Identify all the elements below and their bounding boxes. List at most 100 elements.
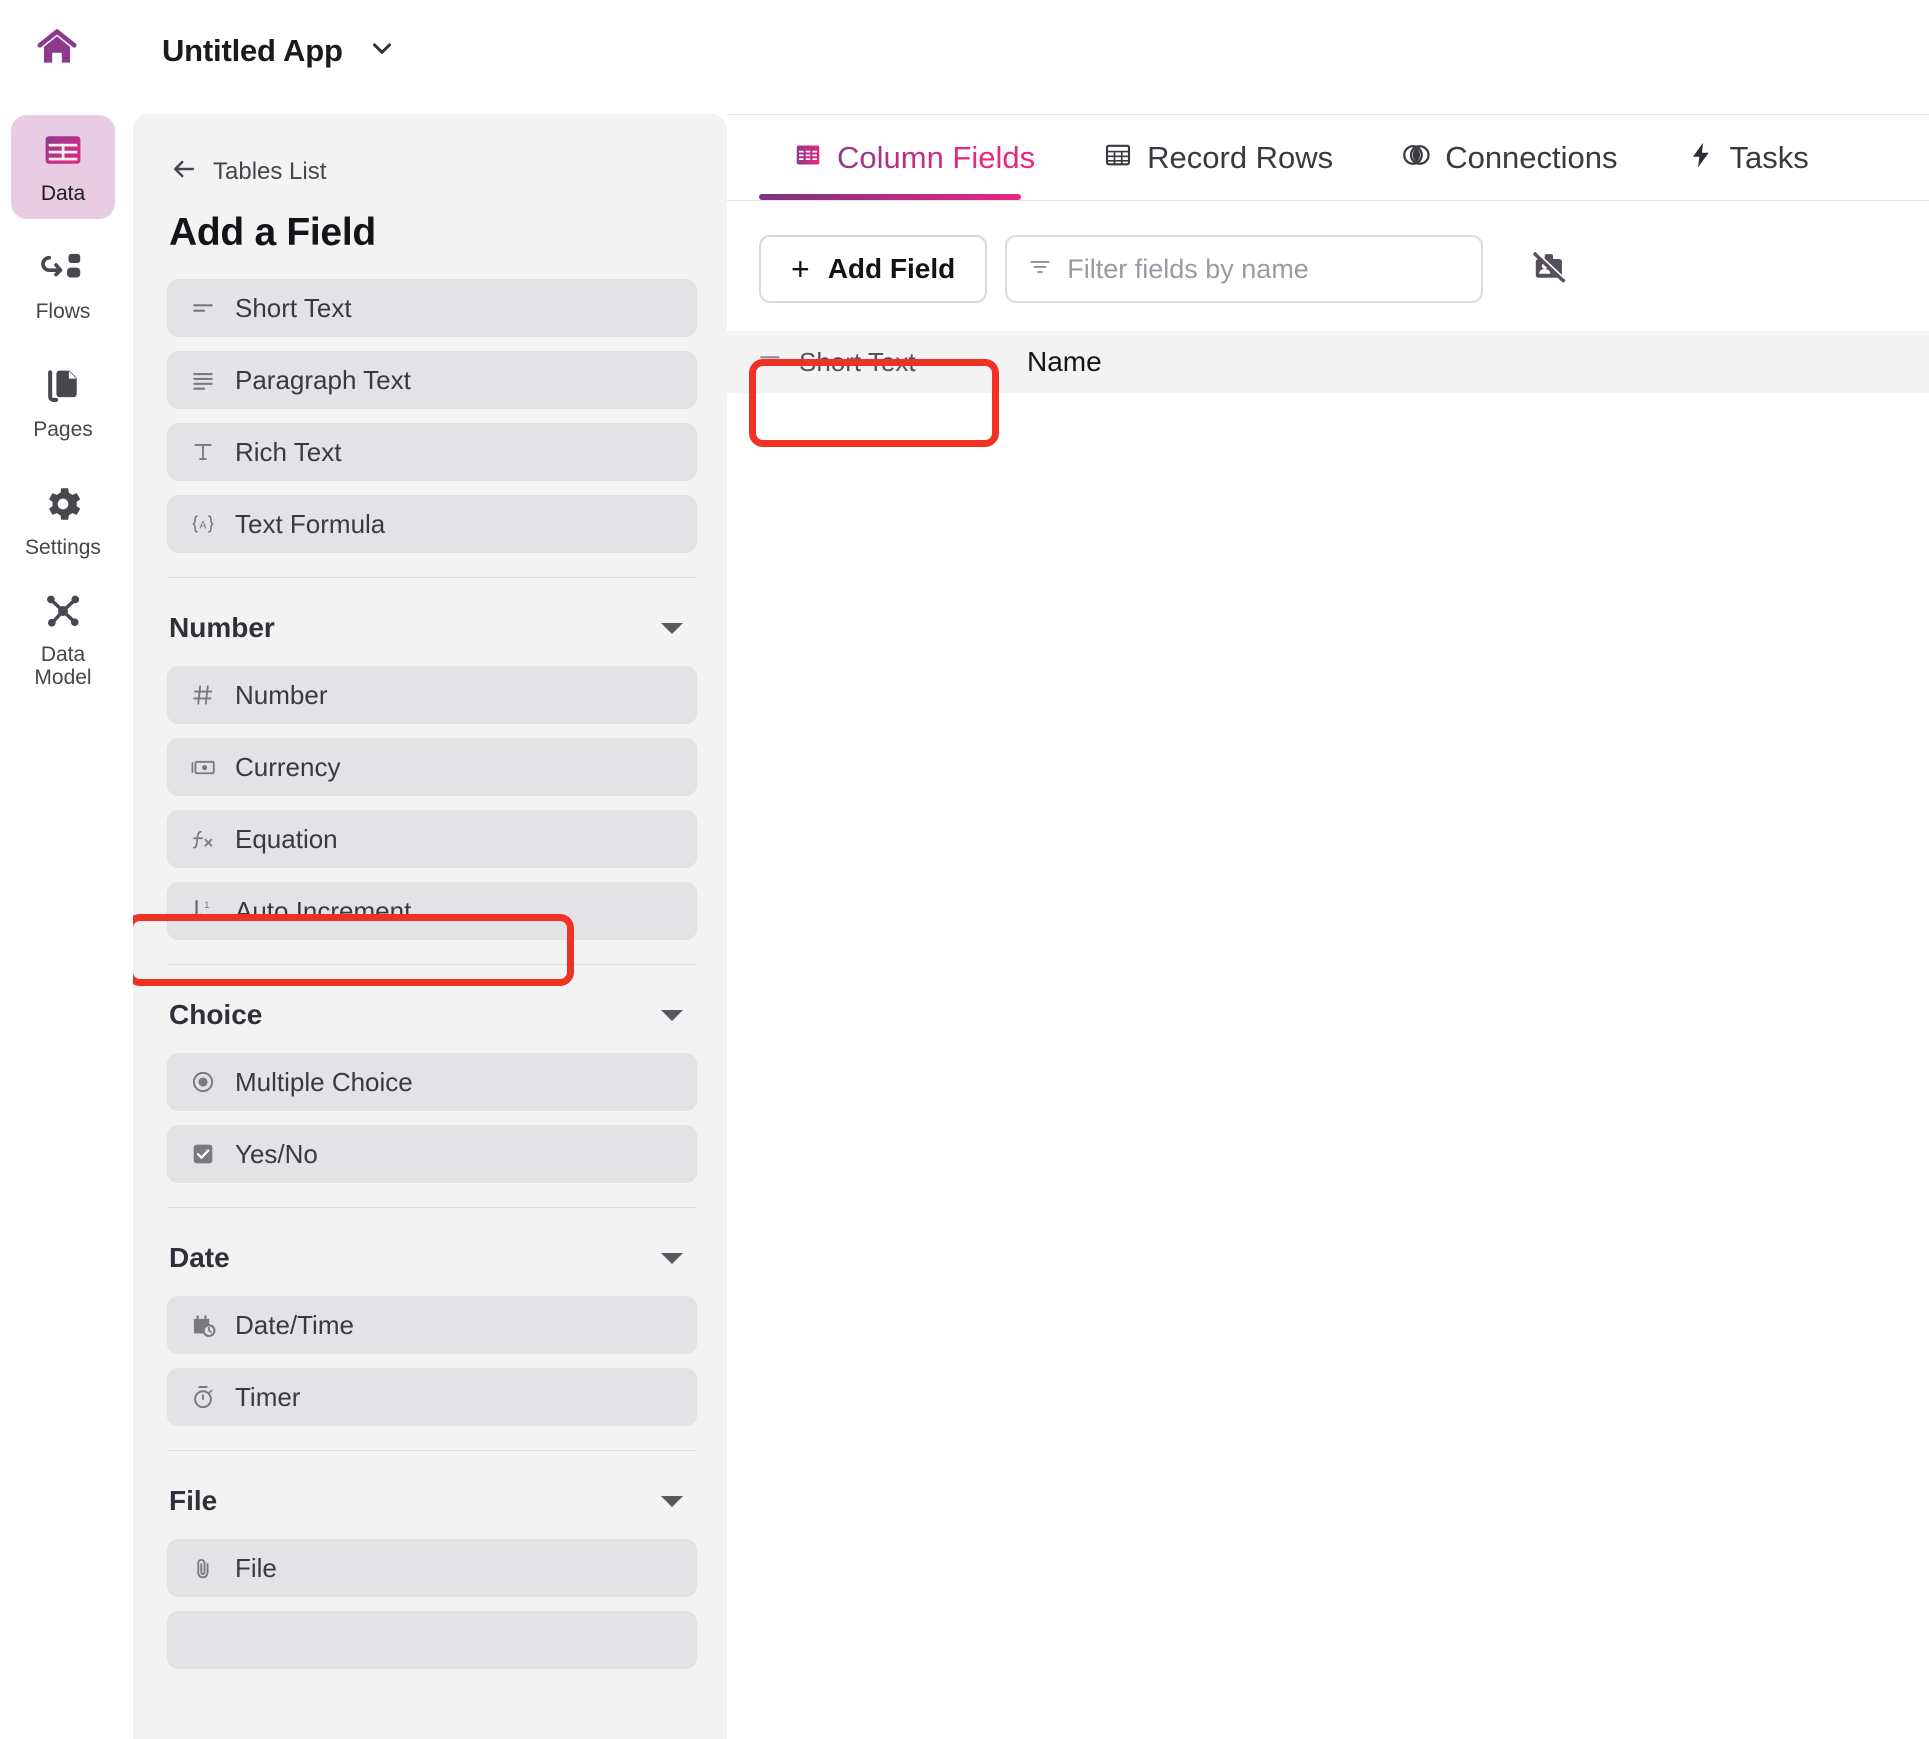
field-row-name: Name xyxy=(1027,346,1102,377)
field-type-yes-no[interactable]: Yes/No xyxy=(167,1125,697,1183)
main-content: Column Fields Record Rows Connections Ta… xyxy=(727,114,1929,1739)
tab-tasks[interactable]: Tasks xyxy=(1652,115,1843,201)
sidebar-item-label: Pages xyxy=(33,418,93,442)
currency-icon xyxy=(189,753,217,781)
equation-icon xyxy=(189,825,217,853)
sidebar-item-data-model[interactable]: Data Model xyxy=(11,587,115,691)
field-type-auto-increment[interactable]: 1 9 Auto Increment xyxy=(167,882,697,940)
field-type-date-time[interactable]: Date/Time xyxy=(167,1296,697,1354)
svg-text:9: 9 xyxy=(204,913,209,923)
field-type-label: Yes/No xyxy=(235,1138,318,1169)
tab-column-fields[interactable]: Column Fields xyxy=(759,115,1069,201)
field-type-paragraph-text[interactable]: Paragraph Text xyxy=(167,351,697,409)
top-bar: Untitled App xyxy=(0,0,1929,101)
section-header-date[interactable]: Date xyxy=(167,1242,697,1274)
columns-icon xyxy=(793,140,823,175)
text-formula-icon: A xyxy=(189,510,217,538)
chevron-down-icon xyxy=(367,33,397,68)
radio-button-icon xyxy=(189,1068,217,1096)
table-icon xyxy=(41,128,85,177)
sidebar-item-label: Flows xyxy=(35,300,91,324)
tab-connections[interactable]: Connections xyxy=(1367,115,1651,201)
tab-label: Connections xyxy=(1445,139,1618,175)
field-type-label: Equation xyxy=(235,823,338,854)
field-type-label: Number xyxy=(235,679,328,710)
sidebar-item-pages[interactable]: Pages xyxy=(11,351,115,455)
sidebar-item-label: Data xyxy=(40,182,86,206)
field-type-currency[interactable]: Currency xyxy=(167,738,697,796)
tab-label: Column Fields xyxy=(837,139,1036,175)
hide-fields-button[interactable] xyxy=(1519,239,1579,299)
page-title: Add a Field xyxy=(169,211,376,254)
pages-icon xyxy=(41,364,85,413)
home-icon xyxy=(34,25,80,76)
caret-down-icon xyxy=(661,1495,683,1507)
section-header-choice[interactable]: Choice xyxy=(167,999,697,1031)
field-type-list: Short Text Paragraph Text Rich Text A Te… xyxy=(133,279,727,1669)
bolt-icon xyxy=(1686,140,1716,175)
field-row-type: Short Text xyxy=(727,347,1027,378)
group-divider xyxy=(169,1207,695,1208)
stopwatch-icon xyxy=(189,1383,217,1411)
filter-fields-box[interactable] xyxy=(1005,235,1484,303)
svg-text:1: 1 xyxy=(204,900,209,910)
paperclip-icon xyxy=(189,1554,217,1582)
hide-fields-icon xyxy=(1529,247,1569,292)
home-button[interactable] xyxy=(26,20,88,82)
field-type-equation[interactable]: Equation xyxy=(167,810,697,868)
caret-down-icon xyxy=(661,622,683,634)
fields-list: Short Text Name xyxy=(727,331,1929,393)
sidebar-item-label: Settings xyxy=(25,536,101,560)
section-title: Choice xyxy=(169,999,263,1030)
section-header-number[interactable]: Number xyxy=(167,612,697,644)
filter-icon xyxy=(1027,254,1053,285)
field-type-timer[interactable]: Timer xyxy=(167,1368,697,1426)
app-title: Untitled App xyxy=(162,32,343,68)
checkbox-icon xyxy=(189,1140,217,1168)
field-type-file[interactable]: File xyxy=(167,1539,697,1597)
field-type-label: Date/Time xyxy=(235,1309,354,1340)
field-row-type-label: Short Text xyxy=(799,346,916,377)
field-type-label: Timer xyxy=(235,1381,301,1412)
plus-icon: + xyxy=(791,251,810,287)
caret-down-icon xyxy=(661,1009,683,1021)
table-row[interactable]: Short Text Name xyxy=(727,331,1929,393)
tab-label: Tasks xyxy=(1729,139,1809,175)
flow-icon xyxy=(41,246,85,295)
primary-nav-rail: Data Flows Pages Settings Data Model xyxy=(0,101,126,1739)
app-title-dropdown-button[interactable] xyxy=(367,33,397,68)
back-to-tables-list-button[interactable]: Tables List xyxy=(169,154,727,189)
connections-icon xyxy=(1401,140,1431,175)
group-divider xyxy=(169,964,695,965)
image-icon xyxy=(189,1626,217,1654)
add-field-panel: Tables List Add a Field Short Text Parag… xyxy=(133,114,727,1739)
tab-bar: Column Fields Record Rows Connections Ta… xyxy=(727,115,1929,201)
auto-increment-icon: 1 9 xyxy=(189,897,217,925)
sidebar-item-flows[interactable]: Flows xyxy=(11,233,115,337)
caret-down-icon xyxy=(661,1252,683,1264)
fields-toolbar: + Add Field xyxy=(727,201,1929,303)
field-type-text-formula[interactable]: A Text Formula xyxy=(167,495,697,553)
back-label: Tables List xyxy=(213,157,327,185)
filter-fields-input[interactable] xyxy=(1067,253,1448,285)
field-type-multiple-choice[interactable]: Multiple Choice xyxy=(167,1053,697,1111)
arrow-left-icon xyxy=(169,154,199,189)
field-type-short-text[interactable]: Short Text xyxy=(167,279,697,337)
section-header-file[interactable]: File xyxy=(167,1485,697,1517)
grid-icon xyxy=(1103,140,1133,175)
tab-record-rows[interactable]: Record Rows xyxy=(1069,115,1367,201)
field-type-rich-text[interactable]: Rich Text xyxy=(167,423,697,481)
hash-icon xyxy=(189,681,217,709)
sidebar-item-data[interactable]: Data xyxy=(11,115,115,219)
field-type-label: File xyxy=(235,1552,277,1583)
field-type-label: Paragraph Text xyxy=(235,364,411,395)
add-field-button[interactable]: + Add Field xyxy=(759,235,988,303)
field-type-next-partial[interactable] xyxy=(167,1611,697,1669)
field-type-label: Text Formula xyxy=(235,508,386,539)
sidebar-item-settings[interactable]: Settings xyxy=(11,469,115,573)
group-divider xyxy=(169,1450,695,1451)
group-divider xyxy=(169,577,695,578)
svg-text:A: A xyxy=(199,519,207,531)
field-type-number[interactable]: Number xyxy=(167,666,697,724)
section-title: File xyxy=(169,1485,218,1516)
